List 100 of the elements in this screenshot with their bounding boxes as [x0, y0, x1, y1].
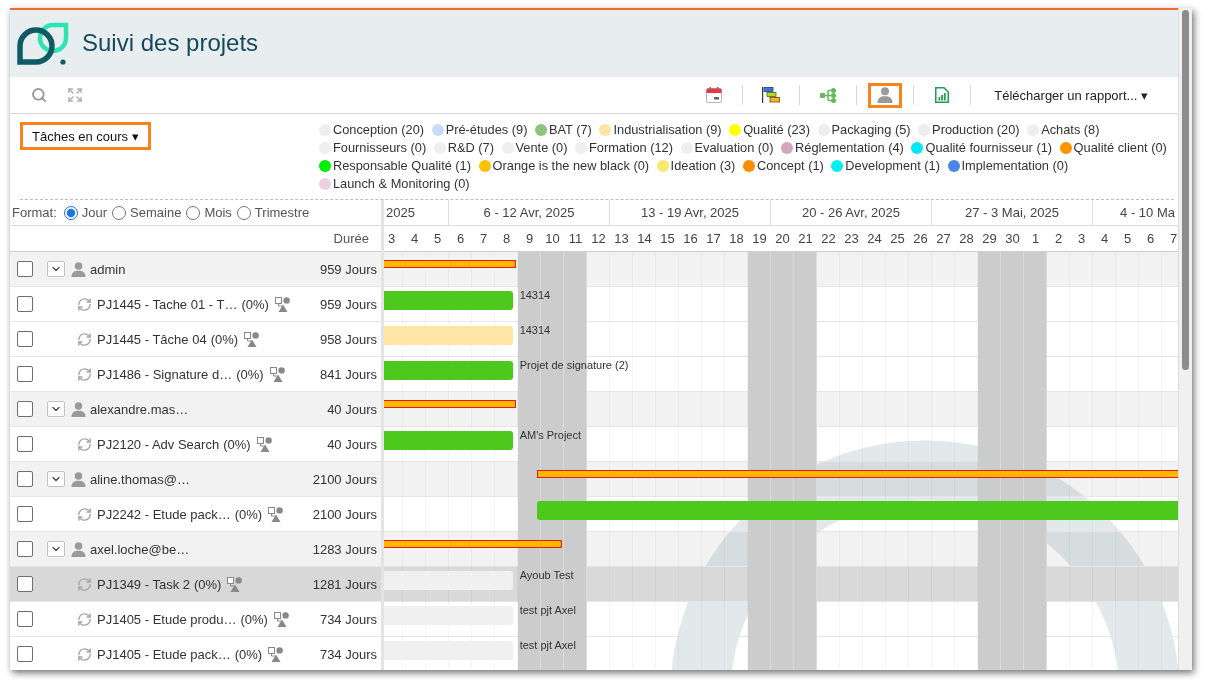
bar-label: Projet de signature (2) — [519, 359, 629, 371]
day-label: 24 — [867, 231, 882, 246]
day-label: 18 — [729, 231, 744, 246]
day-label: 3 — [387, 231, 396, 246]
row-checkbox[interactable] — [17, 331, 33, 347]
user-name: axel.loche@be… — [90, 541, 190, 557]
legend-label[interactable]: Packaging (5) — [831, 122, 911, 137]
row-checkbox[interactable] — [17, 296, 33, 312]
table-row[interactable]: PJ1349 - Task 2 (0%) 1281 Jours — [10, 567, 381, 602]
radio-label[interactable]: Mois — [204, 205, 232, 220]
table-row[interactable]: PJ1405 - Etude produ… (0%) 734 Jours — [10, 602, 381, 637]
table-row[interactable]: PJ2242 - Etude pack… (0%) 2100 Jours — [10, 497, 381, 532]
summary-bar[interactable] — [384, 260, 516, 268]
shapes-icon[interactable] — [268, 506, 284, 522]
legend-label[interactable]: Concept (1) — [756, 158, 824, 173]
task-name: PJ1445 - Tâche 04 — [97, 331, 207, 347]
legend-label[interactable]: Conception (20) — [333, 122, 425, 137]
duration-text: 958 Jours — [319, 331, 377, 347]
expand-button[interactable] — [47, 471, 65, 487]
table-row[interactable]: PJ2120 - Adv Search (0%) 40 Jours — [10, 427, 381, 462]
legend-label[interactable]: Réglementation (4) — [795, 140, 904, 155]
shapes-icon[interactable] — [227, 576, 243, 592]
expand-icon[interactable] — [67, 87, 83, 103]
legend-label[interactable]: Qualité client (0) — [1073, 140, 1167, 155]
legend-label[interactable]: Formation (12) — [589, 140, 673, 155]
summary-bar[interactable] — [384, 400, 516, 408]
table-row[interactable]: PJ1486 - Signature d… (0%) 841 Jours — [10, 357, 381, 392]
row-checkbox[interactable] — [17, 576, 33, 592]
sync-icon — [77, 506, 92, 522]
filter-dropdown[interactable]: Tâches en cours ▾ — [20, 122, 151, 150]
table-row[interactable]: PJ1445 - Tâche 04 (0%) 958 Jours — [10, 322, 381, 357]
scrollbar-thumb[interactable] — [1182, 10, 1189, 370]
group-row[interactable]: admin 959 Jours — [10, 252, 381, 287]
row-checkbox[interactable] — [17, 506, 33, 522]
week-label: 2025 — [386, 205, 415, 220]
day-label: 11 — [568, 231, 583, 246]
legend-label[interactable]: Orange is the new black (0) — [492, 158, 650, 173]
legend-label[interactable]: Ideation (3) — [670, 158, 736, 173]
legend-label[interactable]: Achats (8) — [1041, 122, 1100, 137]
duration-text: 40 Jours — [327, 436, 377, 452]
search-icon[interactable] — [31, 87, 47, 103]
radio-button[interactable] — [236, 205, 251, 220]
row-checkbox[interactable] — [17, 611, 33, 627]
sync-icon — [77, 366, 92, 382]
legend-label[interactable]: Fournisseurs (0) — [333, 140, 427, 155]
shapes-icon[interactable] — [268, 646, 284, 662]
radio-label[interactable]: Jour — [81, 205, 108, 220]
row-checkbox[interactable] — [17, 366, 33, 382]
legend-label[interactable]: Industrialisation (9) — [613, 122, 722, 137]
day-label: 4 — [410, 231, 419, 246]
row-checkbox[interactable] — [17, 261, 33, 277]
legend-label[interactable]: Vente (0) — [515, 140, 568, 155]
summary-bar[interactable] — [537, 470, 1178, 478]
legend-label[interactable]: Production (20) — [932, 122, 1020, 137]
radio-label[interactable]: Trimestre — [254, 205, 310, 220]
day-label: 8 — [502, 231, 511, 246]
group-row[interactable]: aline.thomas@… 2100 Jours — [10, 462, 381, 497]
legend-label[interactable]: Evaluation (0) — [694, 140, 774, 155]
shapes-icon[interactable] — [256, 436, 272, 452]
duration-text: 2100 Jours — [312, 506, 377, 522]
radio-button[interactable] — [112, 205, 127, 220]
day-label: 7 — [1169, 231, 1178, 246]
group-row[interactable]: alexandre.mas… 40 Jours — [10, 392, 381, 427]
table-row[interactable]: PJ1445 - Tache 01 - T… (0%) 959 Jours — [10, 287, 381, 322]
expand-button[interactable] — [47, 541, 65, 557]
shapes-icon[interactable] — [274, 296, 290, 312]
legend-label[interactable]: Qualité fournisseur (1) — [925, 140, 1053, 155]
legend-label[interactable]: Development (1) — [845, 158, 940, 173]
row-checkbox[interactable] — [17, 401, 33, 417]
legend-label[interactable]: Responsable Qualité (1) — [333, 158, 471, 173]
sync-icon — [77, 646, 92, 662]
row-checkbox[interactable] — [17, 471, 33, 487]
row-checkbox[interactable] — [17, 646, 33, 662]
shapes-icon[interactable] — [269, 366, 285, 382]
radio-button[interactable] — [186, 205, 201, 220]
progress-text: (0%) — [194, 576, 222, 592]
legend-label[interactable]: Launch & Monitoring (0) — [333, 176, 470, 191]
report-dropdown[interactable]: Télécharger un rapport... ▾ — [994, 85, 1148, 105]
radio-label[interactable]: Semaine — [130, 205, 182, 220]
legend-label[interactable]: Qualité (23) — [743, 122, 810, 137]
legend-label[interactable]: R&D (7) — [447, 140, 494, 155]
day-label: 27 — [936, 231, 951, 246]
row-checkbox[interactable] — [17, 436, 33, 452]
legend-label[interactable]: Implementation (0) — [961, 158, 1069, 173]
row-checkbox[interactable] — [17, 541, 33, 557]
logo-icon — [17, 20, 69, 67]
shapes-icon[interactable] — [273, 611, 289, 627]
legend-label[interactable]: BAT (7) — [549, 122, 592, 137]
expand-button[interactable] — [47, 261, 65, 277]
summary-bar[interactable] — [384, 540, 562, 548]
person-icon — [71, 471, 86, 487]
table-row[interactable]: PJ1405 - Etude pack… (0%) 734 Jours — [10, 637, 381, 670]
day-label: 4 — [1100, 231, 1109, 246]
day-label: 5 — [433, 231, 442, 246]
shapes-icon[interactable] — [244, 331, 260, 347]
expand-button[interactable] — [47, 401, 65, 417]
person-button[interactable] — [868, 82, 903, 108]
group-row[interactable]: axel.loche@be… 1283 Jours — [10, 532, 381, 567]
legend-label[interactable]: Pré-études (9) — [445, 122, 528, 137]
radio-button[interactable] — [63, 205, 78, 220]
